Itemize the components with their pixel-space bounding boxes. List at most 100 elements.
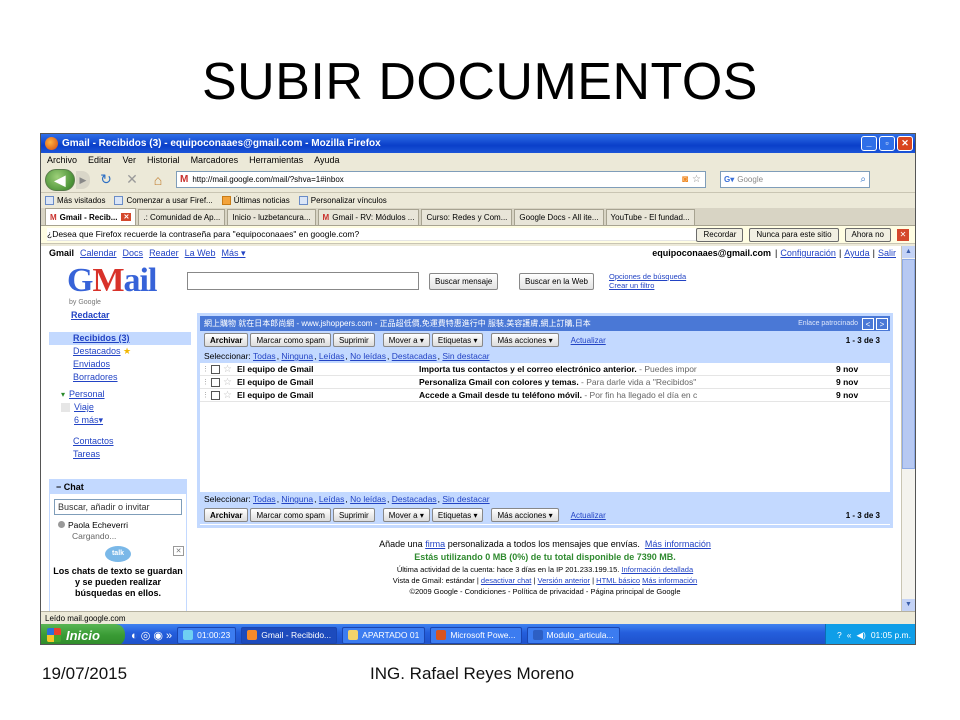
volume-icon[interactable]: ◀)	[856, 630, 865, 641]
nav-starred[interactable]: Destacados ★	[49, 345, 191, 358]
url-text[interactable]: http://mail.google.com/mail/?shva=1#inbo…	[192, 175, 682, 184]
bookmark-customize-links[interactable]: Personalizar vínculos	[298, 196, 387, 205]
message-row[interactable]: ⋮ ☆ El equipo de Gmail Accede a Gmail de…	[200, 389, 890, 402]
tab-gmail-rv[interactable]: M Gmail - RV: Módulos ...	[317, 209, 420, 225]
tab-inicio[interactable]: Inicio - luzbetancura...	[227, 209, 316, 225]
report-spam-button[interactable]: Marcar como spam	[250, 333, 331, 347]
menu-herramientas[interactable]: Herramientas	[249, 155, 303, 165]
close-button[interactable]: ✕	[897, 136, 913, 151]
refresh-link[interactable]: Actualizar	[571, 336, 606, 345]
menu-archivo[interactable]: Archivo	[47, 155, 77, 165]
menu-ver[interactable]: Ver	[123, 155, 137, 165]
search-options-link[interactable]: Opciones de búsqueda	[609, 272, 686, 281]
bookmark-star-icon[interactable]: ☆	[692, 174, 701, 185]
never-for-site-button[interactable]: Nunca para este sitio	[749, 227, 839, 242]
scroll-down-icon[interactable]: ▼	[902, 599, 915, 611]
move-to-button[interactable]: Mover a ▾	[382, 333, 430, 347]
nav-inbox[interactable]: Recibidos (3)	[49, 332, 191, 345]
nav-web[interactable]: La Web	[185, 248, 216, 259]
ad-link[interactable]: 網上購物 就在日本郎尚網 - www.jshoppers.com - 正品超低價…	[204, 318, 798, 329]
reload-icon[interactable]: ↻	[96, 171, 116, 188]
mail-search-input[interactable]	[187, 272, 419, 290]
signature-link[interactable]: firma	[425, 539, 445, 549]
taskbar-item-folder[interactable]: APARTADO 01	[342, 626, 426, 644]
sign-out-link[interactable]: Salir	[878, 248, 896, 258]
drag-handle-icon[interactable]: ⋮	[202, 391, 209, 399]
drag-handle-icon[interactable]: ⋮	[202, 378, 209, 386]
select-unread-link[interactable]: No leídas	[350, 494, 386, 504]
tab-close-icon[interactable]: ✕	[121, 213, 132, 221]
compose-link[interactable]: Redactar	[71, 310, 191, 320]
window-titlebar[interactable]: Gmail - Recibidos (3) - equipoconaaes@gm…	[41, 134, 915, 153]
nav-gmail[interactable]: Gmail	[49, 248, 74, 259]
tab-google-docs[interactable]: Google Docs - All ite...	[514, 209, 604, 225]
nav-calendar[interactable]: Calendar	[80, 248, 117, 259]
nav-tasks[interactable]: Tareas	[49, 448, 191, 461]
message-checkbox[interactable]	[211, 390, 220, 400]
select-read-link[interactable]: Leídas	[319, 351, 345, 361]
taskbar-item-gmail[interactable]: Gmail - Recibido...	[241, 626, 338, 644]
report-spam-button[interactable]: Marcar como spam	[250, 508, 331, 522]
more-info-link[interactable]: Más información	[642, 576, 697, 585]
archive-button[interactable]: Archivar	[204, 508, 249, 522]
tab-comunidad[interactable]: .: Comunidad de Ap...	[138, 209, 226, 225]
settings-link[interactable]: Configuración	[780, 248, 836, 258]
scroll-up-icon[interactable]: ▲	[902, 246, 915, 258]
more-info-link[interactable]: Más información	[645, 539, 711, 549]
nav-drafts[interactable]: Borradores	[49, 371, 191, 384]
bookmark-getting-started[interactable]: Comenzar a usar Firef...	[114, 196, 213, 205]
minimize-button[interactable]: _	[861, 136, 877, 151]
select-none-link[interactable]: Ninguna	[281, 351, 313, 361]
google-engine-icon[interactable]: G▾	[724, 175, 734, 184]
home-icon[interactable]: ⌂	[148, 172, 168, 188]
search-mail-button[interactable]: Buscar mensaje	[429, 273, 499, 290]
rss-icon[interactable]: ◙	[682, 174, 688, 185]
select-unstarred-link[interactable]: Sin destacar	[442, 494, 489, 504]
select-unread-link[interactable]: No leídas	[350, 351, 386, 361]
next-ad-icon[interactable]: >	[876, 317, 888, 330]
tab-youtube[interactable]: YouTube - El fundad...	[605, 209, 695, 225]
taskbar-item-word[interactable]: Modulo_articula...	[526, 626, 620, 644]
move-to-button[interactable]: Mover a ▾	[382, 508, 430, 522]
select-starred-link[interactable]: Destacadas	[392, 494, 437, 504]
menu-ayuda[interactable]: Ayuda	[314, 155, 339, 165]
arrow-icon[interactable]: «	[847, 630, 852, 640]
archive-button[interactable]: Archivar	[204, 333, 249, 347]
create-filter-link[interactable]: Crear un filtro	[609, 281, 686, 290]
star-icon[interactable]: ☆	[223, 390, 235, 401]
search-web-button[interactable]: Buscar en la Web	[519, 273, 594, 290]
prev-ad-icon[interactable]: <	[862, 317, 874, 330]
nav-more[interactable]: Más ▾	[221, 248, 245, 259]
menu-editar[interactable]: Editar	[88, 155, 112, 165]
labels-button[interactable]: Etiquetas ▾	[431, 333, 484, 347]
chat-header[interactable]: − Chat	[50, 480, 186, 494]
labels-button[interactable]: Etiquetas ▾	[431, 508, 484, 522]
old-version-link[interactable]: Versión anterior	[538, 576, 591, 585]
bookmark-latest-news[interactable]: Últimas noticias	[221, 196, 290, 205]
web-search-box[interactable]: G▾ Google ⌕	[720, 171, 870, 188]
vertical-scrollbar[interactable]: ▲ ▼	[901, 246, 915, 611]
menu-marcadores[interactable]: Marcadores	[191, 155, 239, 165]
message-row[interactable]: ⋮ ☆ El equipo de Gmail Importa tus conta…	[200, 363, 890, 376]
delete-button[interactable]: Suprimir	[332, 333, 375, 347]
disable-chat-link[interactable]: desactivar chat	[481, 576, 531, 585]
select-all-link[interactable]: Todas	[253, 351, 276, 361]
gmail-logo[interactable]: GMail	[67, 262, 157, 300]
expand-icon[interactable]: ▾	[61, 388, 65, 401]
message-checkbox[interactable]	[211, 364, 220, 374]
drag-handle-icon[interactable]: ⋮	[202, 365, 209, 373]
maximize-button[interactable]: ▫	[879, 136, 895, 151]
nav-docs[interactable]: Docs	[123, 248, 144, 259]
nav-sent[interactable]: Enviados	[49, 358, 191, 371]
detail-info-link[interactable]: Información detallada	[621, 565, 693, 574]
stop-icon[interactable]: ✕	[122, 171, 142, 188]
select-none-link[interactable]: Ninguna	[281, 494, 313, 504]
search-icon[interactable]: ⌕	[860, 174, 866, 185]
select-all-link[interactable]: Todas	[253, 494, 276, 504]
scroll-thumb[interactable]	[902, 259, 915, 469]
label-personal[interactable]: ▾ Personal	[49, 388, 191, 401]
tab-gmail-inbox[interactable]: M Gmail - Recib... ✕	[45, 208, 137, 225]
taskbar-item-powerpoint[interactable]: Microsoft Powe...	[430, 626, 522, 644]
remember-password-button[interactable]: Recordar	[696, 227, 744, 242]
menu-historial[interactable]: Historial	[147, 155, 180, 165]
